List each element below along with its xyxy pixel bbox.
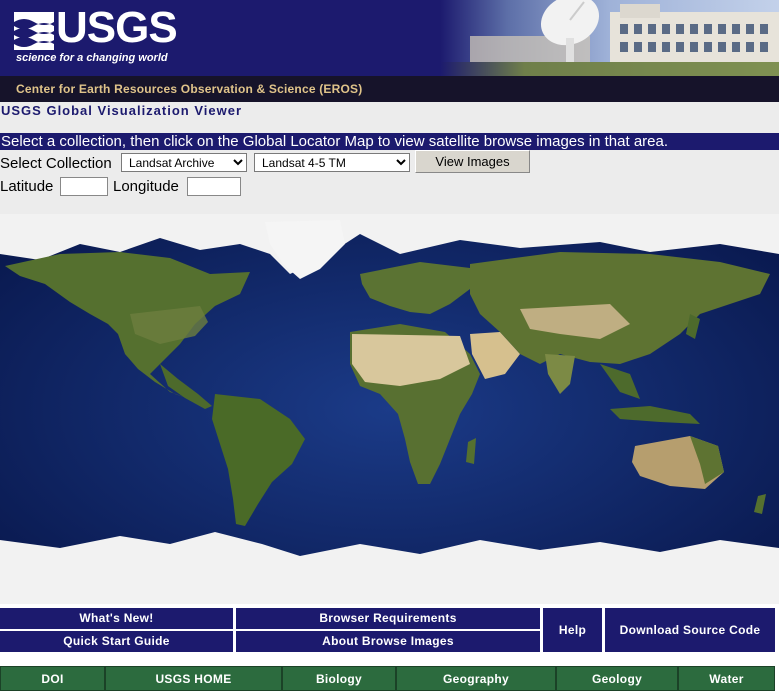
viewer-controls: USGS Global Visualization Viewer Select …	[0, 102, 779, 214]
center-name-bar: Center for Earth Resources Observation &…	[0, 76, 779, 102]
view-images-button[interactable]: View Images	[415, 150, 530, 173]
footer-links: DOI USGS HOME Biology Geography Geology …	[0, 666, 779, 691]
footer-link-biology[interactable]: Biology	[282, 666, 396, 691]
browser-requirements-link[interactable]: Browser Requirements	[236, 608, 540, 629]
latitude-label: Latitude	[0, 178, 54, 195]
footer-link-doi[interactable]: DOI	[0, 666, 105, 691]
eros-building-photo	[440, 0, 779, 76]
usgs-logo[interactable]: USGS science for a changing world	[14, 4, 178, 70]
download-source-code-link[interactable]: Download Source Code	[605, 608, 775, 652]
collection-label: Select Collection	[0, 155, 112, 172]
logo-text: USGS	[56, 3, 178, 52]
quick-start-guide-link[interactable]: Quick Start Guide	[0, 631, 233, 652]
global-locator-map[interactable]	[0, 214, 779, 604]
dataset-select[interactable]: Landsat 4-5 TM	[254, 153, 410, 172]
footer-link-water[interactable]: Water	[678, 666, 775, 691]
longitude-input[interactable]	[187, 177, 241, 196]
info-links: What's New! Quick Start Guide Browser Re…	[0, 608, 779, 652]
usgs-wave-logo-icon	[14, 12, 54, 50]
logo-tagline: science for a changing world	[16, 52, 168, 64]
center-name: Center for Earth Resources Observation &…	[16, 82, 363, 96]
footer-link-usgs-home[interactable]: USGS HOME	[105, 666, 282, 691]
world-map-image[interactable]	[0, 214, 779, 604]
about-browse-images-link[interactable]: About Browse Images	[236, 631, 540, 652]
whats-new-link[interactable]: What's New!	[0, 608, 233, 629]
footer-link-geology[interactable]: Geology	[556, 666, 678, 691]
footer-link-geography[interactable]: Geography	[396, 666, 556, 691]
help-link[interactable]: Help	[543, 608, 602, 652]
site-header: USGS science for a changing world	[0, 0, 779, 76]
latitude-input[interactable]	[60, 177, 108, 196]
instructions-bar: Select a collection, then click on the G…	[0, 133, 779, 150]
app-title: USGS Global Visualization Viewer	[1, 103, 243, 118]
collection-select[interactable]: Landsat Archive	[121, 153, 247, 172]
longitude-label: Longitude	[113, 178, 179, 195]
